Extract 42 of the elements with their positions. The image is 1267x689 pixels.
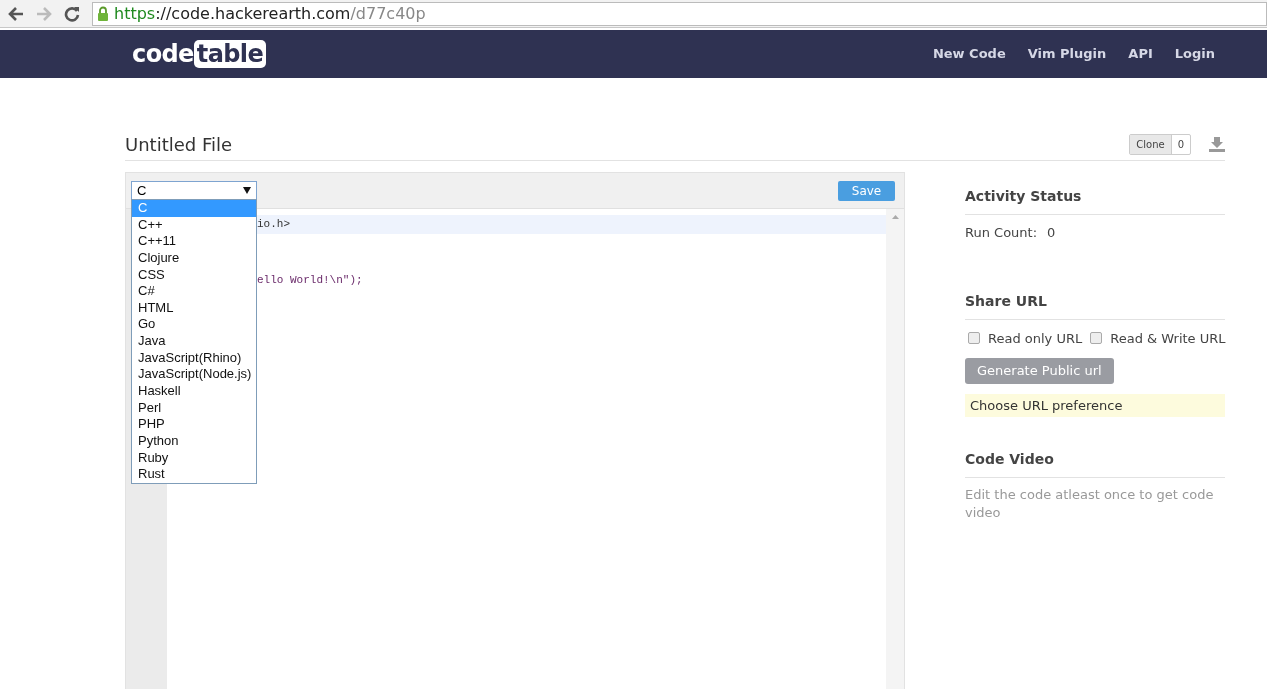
- nav-link[interactable]: API: [1128, 44, 1153, 64]
- run-count-label: Run Count:: [965, 224, 1038, 242]
- dropdown-option[interactable]: JavaScript(Rhino): [132, 349, 256, 367]
- scrollbar[interactable]: [886, 209, 904, 689]
- dropdown-option[interactable]: Haskell: [132, 383, 256, 400]
- checkbox-label[interactable]: Read & Write URL: [1110, 328, 1226, 348]
- clone-count: 0: [1176, 137, 1185, 152]
- dropdown-option[interactable]: Python: [132, 432, 256, 450]
- run-count: 0: [1047, 224, 1056, 242]
- code-video-message: Edit the code atleast once to get code video: [965, 486, 1215, 522]
- dropdown-option[interactable]: JavaScript(Node.js): [132, 366, 256, 384]
- caret-icon: [243, 187, 251, 194]
- dropdown-option[interactable]: Ruby: [132, 449, 256, 467]
- dropdown-option[interactable]: Clojure: [132, 249, 256, 267]
- dropdown-option[interactable]: Java: [132, 333, 256, 350]
- dropdown-option[interactable]: Go: [132, 316, 256, 334]
- address-bar[interactable]: https://code.hackerearth.com/d77c40p: [92, 1, 1267, 26]
- url-notice: Choose URL preference: [965, 394, 1225, 417]
- dropdown-option[interactable]: HTML: [132, 299, 256, 317]
- dropdown-option[interactable]: Rust: [132, 466, 256, 483]
- scroll-up-icon[interactable]: [891, 215, 899, 219]
- section-heading: Share URL: [965, 290, 1225, 320]
- section-heading: Activity Status: [965, 186, 1225, 215]
- language-select[interactable]: C: [131, 180, 257, 201]
- dropdown-option[interactable]: C++11: [132, 233, 256, 250]
- logo[interactable]: codetable: [132, 36, 267, 72]
- clone-button[interactable]: Clone: [1130, 134, 1172, 154]
- reload-icon[interactable]: [64, 5, 80, 22]
- section-heading: Code Video: [965, 449, 1225, 478]
- checkbox[interactable]: [968, 332, 980, 345]
- lock-icon: [97, 6, 109, 21]
- dropdown-option[interactable]: PHP: [132, 416, 256, 433]
- nav-link[interactable]: Vim Plugin: [1027, 44, 1107, 64]
- file-title: Untitled File: [125, 132, 233, 157]
- download-icon[interactable]: [1209, 136, 1225, 152]
- checkbox-label[interactable]: Read only URL: [988, 328, 1083, 348]
- forward-icon[interactable]: [36, 6, 52, 21]
- checkbox[interactable]: [1090, 332, 1103, 345]
- nav-link[interactable]: Login: [1174, 44, 1215, 64]
- nav-link[interactable]: New Code: [932, 44, 1006, 64]
- back-icon[interactable]: [8, 6, 24, 21]
- dropdown-option[interactable]: Perl: [132, 399, 256, 417]
